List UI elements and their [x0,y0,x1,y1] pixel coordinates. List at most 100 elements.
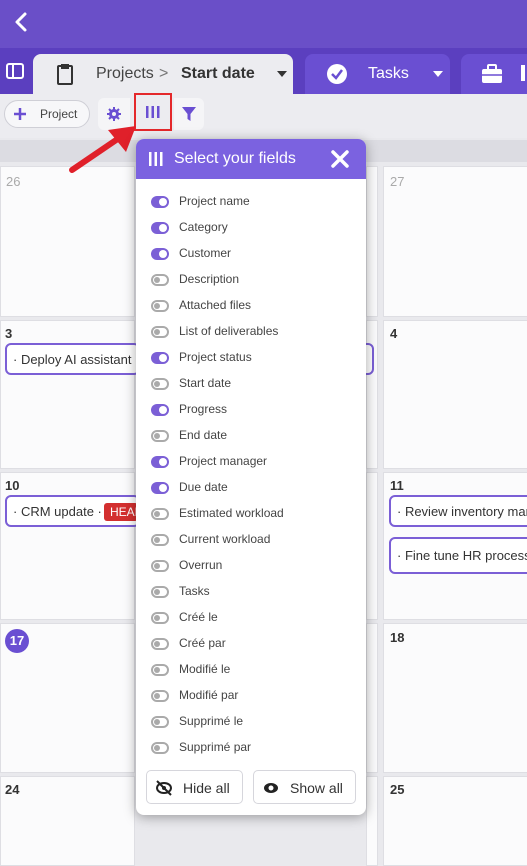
toggle-switch[interactable] [151,716,169,728]
toggle-switch[interactable] [151,612,169,624]
toggle-switch[interactable] [151,196,169,208]
field-toggle-row[interactable]: Due date [151,478,361,500]
toggle-switch[interactable] [151,534,169,546]
field-toggle-row[interactable]: List of deliverables [151,322,361,344]
field-toggle-row[interactable]: Progress [151,400,361,422]
event-fine-tune-hr[interactable]: · Fine tune HR process [389,537,527,574]
field-toggle-row[interactable]: Attached files [151,296,361,318]
toggle-switch[interactable] [151,508,169,520]
annotation-arrow-icon [69,126,136,173]
day-number: 3 [5,326,13,341]
briefcase-icon [482,64,502,83]
event-review-inventory[interactable]: · Review inventory man [389,495,527,527]
field-label: End date [179,428,228,442]
day-number: 26 [6,174,21,189]
tab-briefcase[interactable] [461,54,527,94]
day-number: 4 [390,326,398,341]
toggle-switch[interactable] [151,560,169,572]
event-label: · Deploy AI assistant [13,352,132,367]
field-toggle-row[interactable]: Project status [151,348,361,370]
breadcrumb-root[interactable]: Projects [96,65,154,83]
field-toggle-row[interactable]: Category [151,218,361,240]
day-cell[interactable] [383,776,527,866]
field-label: Attached files [179,298,252,312]
field-toggle-row[interactable]: Modifié le [151,660,361,682]
breadcrumb-separator: > [159,65,169,82]
filter-button[interactable] [174,98,204,130]
toggle-switch[interactable] [151,404,169,416]
field-toggle-row[interactable]: Description [151,270,361,292]
field-label: Description [179,272,240,286]
hide-all-button[interactable]: Hide all [146,770,243,804]
day-cell[interactable] [383,320,527,469]
field-toggle-row[interactable]: Overrun [151,556,361,578]
tab-projects-start-date[interactable]: Projects > Start date [33,54,293,94]
show-all-button[interactable]: Show all [253,770,356,804]
event-deploy-ai-assistant[interactable]: · Deploy AI assistant [5,343,140,375]
field-toggle-row[interactable]: Tasks [151,582,361,604]
toggle-switch[interactable] [151,378,169,390]
columns-icon [149,152,163,166]
toggle-switch[interactable] [151,274,169,286]
day-cell[interactable] [383,166,527,317]
toggle-switch[interactable] [151,326,169,338]
field-toggle-row[interactable]: Supprimé le [151,712,361,734]
toggle-switch[interactable] [151,482,169,494]
toggle-switch[interactable] [151,222,169,234]
field-label: Progress [179,402,228,416]
field-toggle-row[interactable]: Modifié par [151,686,361,708]
field-toggle-row[interactable]: Customer [151,244,361,266]
status-badge: HEAD [104,503,138,521]
field-toggle-row[interactable]: Créé le [151,608,361,630]
day-cell[interactable] [0,776,135,866]
truncated-tab-label [521,65,525,81]
toggle-switch[interactable] [151,586,169,598]
field-label: Créé par [179,636,226,650]
eye-icon [264,783,278,793]
toggle-switch[interactable] [151,664,169,676]
today-marker: 17 [5,629,29,653]
day-cell[interactable] [366,472,378,620]
day-cell[interactable] [366,166,378,317]
field-label: Modifié par [179,688,239,702]
chevron-down-icon[interactable] [277,71,287,77]
chevron-down-icon[interactable] [433,71,443,77]
field-label: Current workload [179,532,271,546]
clipboard-icon [57,64,73,85]
tab-tasks[interactable]: Tasks [305,54,450,94]
field-toggle-row[interactable]: Project name [151,192,361,214]
field-label: Start date [179,376,232,390]
layout-icon[interactable] [6,63,24,79]
day-cell[interactable] [366,623,378,773]
day-cell[interactable] [383,623,527,773]
field-toggle-row[interactable]: Créé par [151,634,361,656]
toggle-switch[interactable] [151,638,169,650]
toggle-switch[interactable] [151,248,169,260]
toggle-switch[interactable] [151,456,169,468]
field-label: Supprimé le [179,714,244,728]
toggle-switch[interactable] [151,430,169,442]
toggle-switch[interactable] [151,352,169,364]
filter-icon [182,107,196,121]
columns-icon [146,106,160,118]
toggle-switch[interactable] [151,690,169,702]
toggle-switch[interactable] [151,300,169,312]
field-toggle-row[interactable]: Current workload [151,530,361,552]
toggle-switch[interactable] [151,742,169,754]
field-toggle-row[interactable]: End date [151,426,361,448]
field-toggle-row[interactable]: Supprimé par [151,738,361,760]
field-toggle-row[interactable]: Estimated workload [151,504,361,526]
field-label: Customer [179,246,232,260]
back-arrow-icon[interactable] [10,10,34,34]
eye-slash-icon [156,780,172,796]
field-label: Project manager [179,454,268,468]
day-cell[interactable] [366,776,378,866]
popup-header: Select your fields [136,139,366,179]
hide-all-label: Hide all [183,780,230,796]
field-label: Category [179,220,228,234]
day-number: 11 [390,478,404,493]
field-toggle-row[interactable]: Project manager [151,452,361,474]
close-icon[interactable] [330,149,350,169]
field-toggle-row[interactable]: Start date [151,374,361,396]
day-number: 10 [5,478,20,493]
